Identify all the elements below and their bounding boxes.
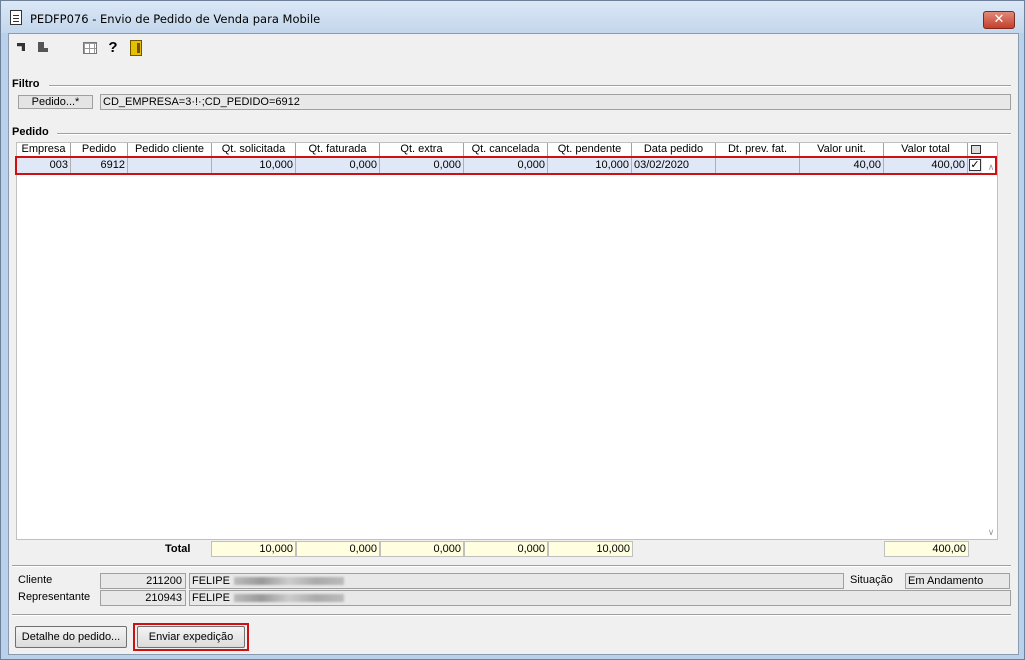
last-record-icon[interactable] bbox=[36, 40, 52, 56]
col-header-data-pedido[interactable]: Data pedido bbox=[632, 143, 716, 157]
total-qt-solicitada: 10,000 bbox=[211, 541, 296, 557]
total-qt-cancelada: 0,000 bbox=[464, 541, 548, 557]
filtro-group-label: Filtro bbox=[12, 78, 40, 90]
representante-label: Representante bbox=[18, 591, 91, 603]
row-checkbox[interactable]: ✓ bbox=[969, 159, 981, 171]
grid-icon[interactable] bbox=[83, 42, 97, 54]
col-header-qt-faturada[interactable]: Qt. faturada bbox=[296, 143, 380, 157]
total-qt-extra: 0,000 bbox=[380, 541, 464, 557]
app-window: PEDFP076 - Envio de Pedido de Venda para… bbox=[0, 0, 1025, 660]
cliente-label: Cliente bbox=[18, 574, 53, 586]
cell-qt-solicitada: 10,000 bbox=[212, 158, 296, 173]
col-header-pedido-cliente[interactable]: Pedido cliente bbox=[128, 143, 212, 157]
redacted-text bbox=[233, 594, 344, 603]
situacao-field: Em Andamento bbox=[905, 573, 1010, 589]
info-divider bbox=[12, 565, 1011, 567]
col-header-empresa[interactable]: Empresa bbox=[17, 143, 71, 157]
cell-dt-prev-fat bbox=[716, 158, 800, 173]
pedido-group-label: Pedido bbox=[12, 126, 49, 138]
filtro-divider bbox=[49, 85, 1011, 87]
cliente-name-field: FELIPE bbox=[189, 573, 844, 589]
title-bar: PEDFP076 - Envio de Pedido de Venda para… bbox=[1, 1, 1024, 33]
toolbar: ? bbox=[9, 34, 1018, 64]
representante-name-field: FELIPE bbox=[189, 590, 1011, 606]
totals-label: Total bbox=[165, 543, 191, 555]
total-qt-faturada: 0,000 bbox=[296, 541, 380, 557]
cell-pedido: 6912 bbox=[71, 158, 128, 173]
pedido-divider bbox=[57, 133, 1011, 135]
first-record-icon[interactable] bbox=[14, 40, 30, 56]
exit-icon[interactable] bbox=[130, 40, 142, 56]
representante-name-text: FELIPE bbox=[192, 592, 230, 604]
help-icon[interactable]: ? bbox=[105, 40, 121, 56]
col-header-qt-solicitada[interactable]: Qt. solicitada bbox=[212, 143, 296, 157]
col-header-pedido[interactable]: Pedido bbox=[71, 143, 128, 157]
filter-expression-field[interactable]: CD_EMPRESA=3·!·;CD_PEDIDO=6912 bbox=[100, 94, 1011, 110]
detalhe-pedido-button[interactable]: Detalhe do pedido... bbox=[15, 626, 127, 648]
scroll-up-icon[interactable]: ∧ bbox=[985, 161, 997, 173]
col-header-valor-total[interactable]: Valor total bbox=[884, 143, 968, 157]
cell-qt-pendente: 10,000 bbox=[548, 158, 632, 173]
col-header-qt-extra[interactable]: Qt. extra bbox=[380, 143, 464, 157]
button-highlight-box bbox=[133, 623, 249, 651]
table-row[interactable]: 003 6912 10,000 0,000 0,000 0,000 10,000… bbox=[17, 158, 982, 173]
scroll-down-icon[interactable]: ∨ bbox=[985, 526, 997, 538]
total-qt-pendente: 10,000 bbox=[548, 541, 633, 557]
cell-qt-extra: 0,000 bbox=[380, 158, 464, 173]
select-all-checkbox[interactable] bbox=[971, 145, 981, 154]
cliente-name-text: FELIPE bbox=[192, 575, 230, 587]
close-button[interactable]: ✕ bbox=[983, 11, 1015, 29]
col-header-qt-cancelada[interactable]: Qt. cancelada bbox=[464, 143, 548, 157]
situacao-label: Situação bbox=[850, 574, 893, 586]
representante-code-field: 210943 bbox=[100, 590, 186, 606]
col-header-dt-prev-fat[interactable]: Dt. prev. fat. bbox=[716, 143, 800, 157]
cell-pedido-cliente bbox=[128, 158, 212, 173]
col-header-valor-unit[interactable]: Valor unit. bbox=[800, 143, 884, 157]
cell-valor-unit: 40,00 bbox=[800, 158, 884, 173]
pedido-grid[interactable]: Empresa Pedido Pedido cliente Qt. solici… bbox=[15, 142, 998, 540]
total-valor-total: 400,00 bbox=[884, 541, 969, 557]
grid-header: Empresa Pedido Pedido cliente Qt. solici… bbox=[17, 143, 982, 157]
col-header-qt-pendente[interactable]: Qt. pendente bbox=[548, 143, 632, 157]
cell-valor-total: 400,00 bbox=[884, 158, 968, 173]
cell-qt-cancelada: 0,000 bbox=[464, 158, 548, 173]
footer-divider bbox=[12, 614, 1011, 616]
client-area: ? Filtro Pedido...* CD_EMPRESA=3·!·;CD_P… bbox=[8, 33, 1019, 655]
cell-data-pedido: 03/02/2020 bbox=[632, 158, 716, 173]
window-title: PEDFP076 - Envio de Pedido de Venda para… bbox=[30, 12, 321, 26]
pedido-filter-button[interactable]: Pedido...* bbox=[18, 95, 93, 109]
redacted-text bbox=[233, 577, 344, 586]
cell-empresa: 003 bbox=[17, 158, 71, 173]
cell-qt-faturada: 0,000 bbox=[296, 158, 380, 173]
document-icon bbox=[10, 10, 22, 25]
cliente-code-field: 211200 bbox=[100, 573, 186, 589]
